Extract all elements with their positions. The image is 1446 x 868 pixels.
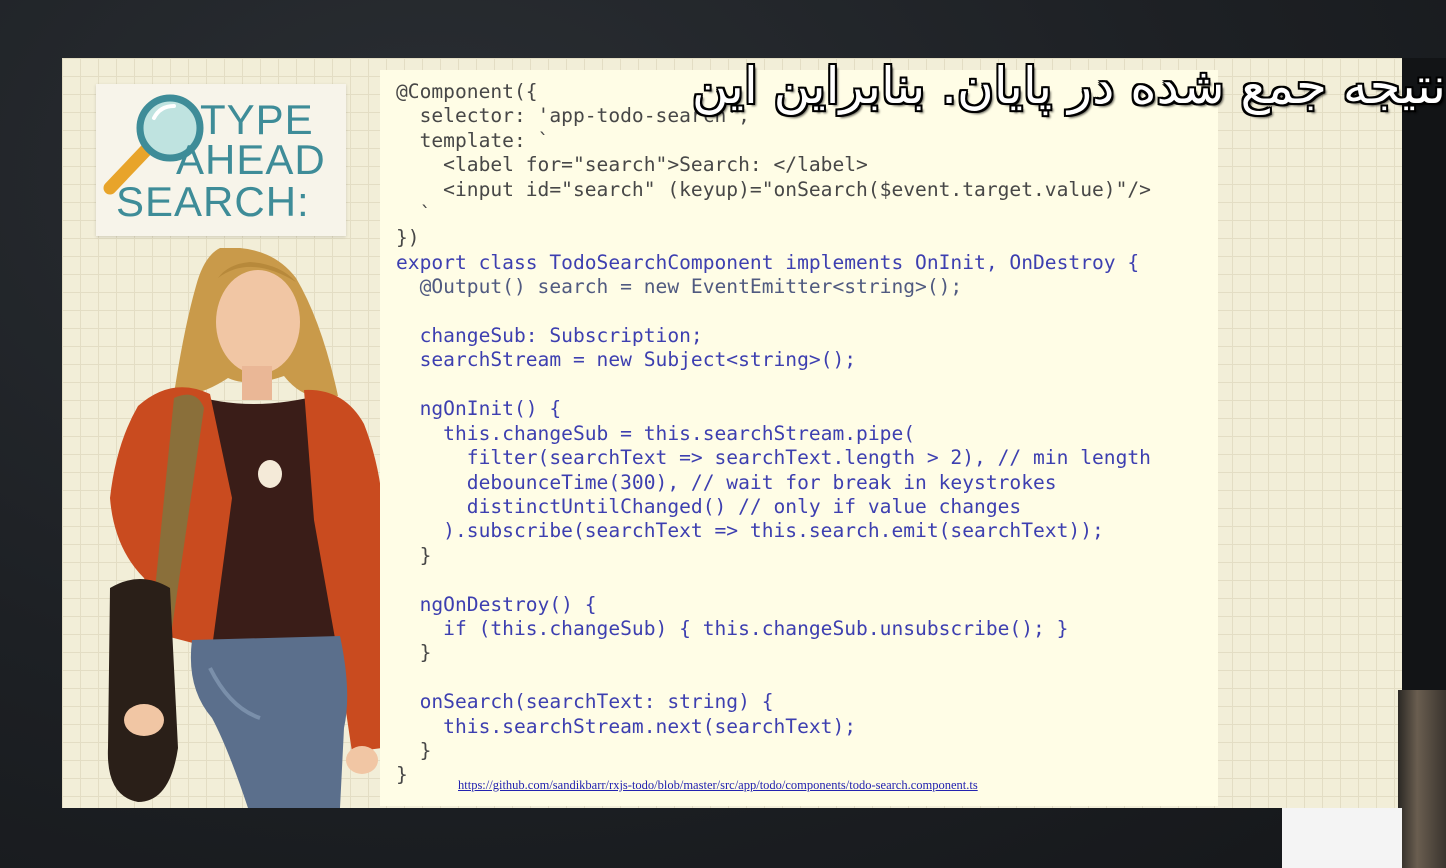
video-frame: TYPE AHEAD SEARCH: @Component({ selector… <box>0 0 1446 868</box>
code-line: distinctUntilChanged() // only if value … <box>396 494 1022 518</box>
logo-word-search: SEARCH: <box>116 178 310 225</box>
code-line: searchStream = new Subject<string>(); <box>396 348 857 372</box>
code-line: @Component({ <box>396 80 538 103</box>
code-line: ngOnDestroy() { <box>396 592 597 616</box>
code-line: <label for="search">Search: </label> <box>396 153 868 177</box>
code-snippet-panel: @Component({ selector: 'app-todo-search'… <box>380 70 1218 806</box>
video-subtitle: نتیجه جمع شده در پایان. بنابراین این <box>691 57 1446 115</box>
code-line: this.changeSub = this.searchStream.pipe( <box>396 421 916 445</box>
code-line: debounceTime(300), // wait for break in … <box>396 470 1057 494</box>
code-line: }) <box>396 226 420 250</box>
code-line: } <box>396 543 432 567</box>
code-line: ).subscribe(searchText => this.search.em… <box>396 519 1104 543</box>
presenter-photo <box>107 248 385 808</box>
code-line: } <box>396 738 432 762</box>
code-line: export class TodoSearchComponent impleme… <box>396 250 1140 274</box>
code-line: if (this.changeSub) { this.changeSub.uns… <box>396 616 1069 640</box>
code-line: } <box>396 641 432 665</box>
typeahead-search-logo: TYPE AHEAD SEARCH: <box>96 84 346 236</box>
background-dark-panel <box>1402 58 1446 698</box>
code-line: filter(searchText => searchText.length >… <box>396 446 1151 470</box>
code-line: @Output() search = new EventEmitter<stri… <box>396 275 963 299</box>
code-line: } <box>396 763 408 787</box>
code-line: template: ` <box>396 128 550 152</box>
code-line: onSearch(searchText: string) { <box>396 690 774 714</box>
github-source-link[interactable]: https://github.com/sandikbarr/rxjs-todo/… <box>458 778 978 793</box>
code-line: changeSub: Subscription; <box>396 324 703 348</box>
code-block: @Component({ selector: 'app-todo-search'… <box>396 80 1151 788</box>
code-line: this.searchStream.next(searchText); <box>396 714 857 738</box>
background-white-block <box>1282 808 1402 868</box>
logo-word-ahead: AHEAD <box>176 136 326 183</box>
code-line: ngOnInit() { <box>396 397 562 421</box>
code-line: ` <box>396 202 432 226</box>
code-line: <input id="search" (keyup)="onSearch($ev… <box>396 177 1151 201</box>
background-prop <box>1398 690 1446 868</box>
